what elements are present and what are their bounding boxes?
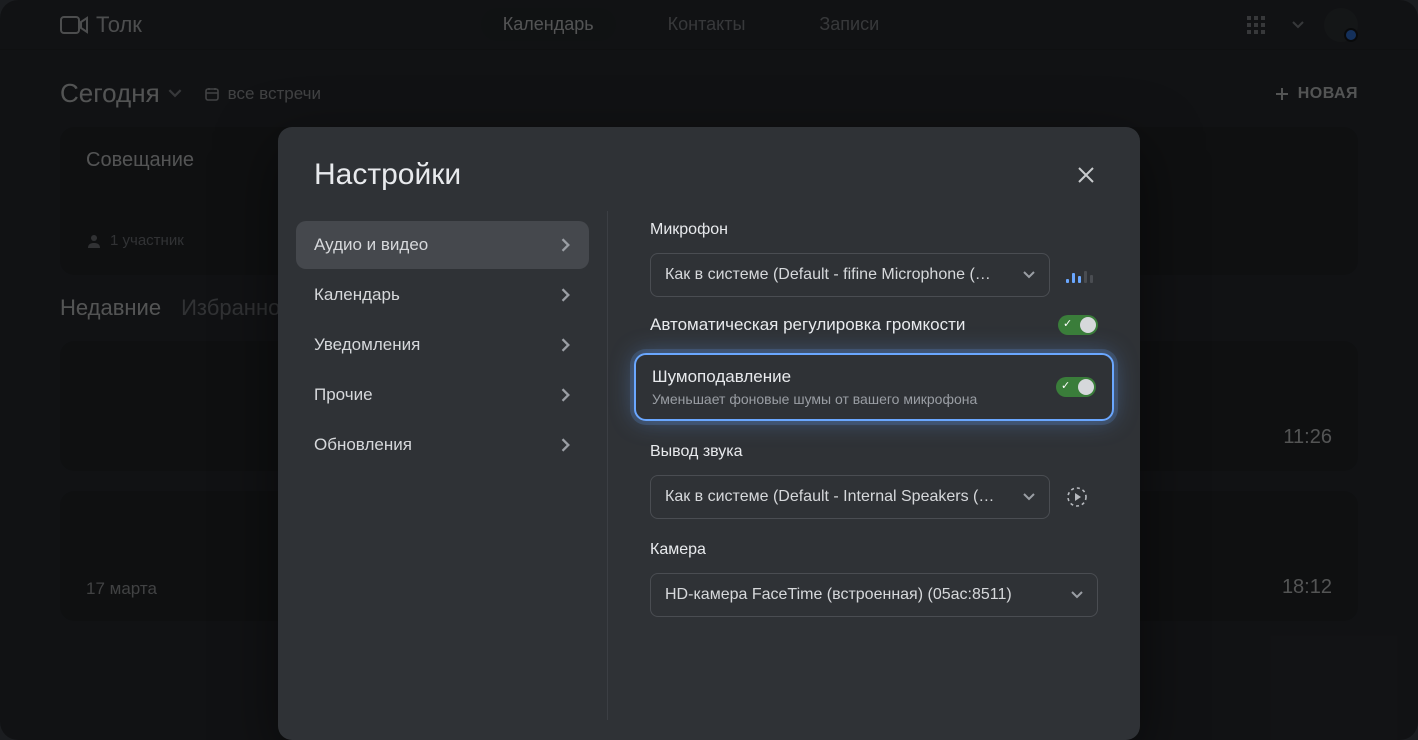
chevron-down-icon <box>1023 493 1035 501</box>
camera-label: Камера <box>650 541 1104 559</box>
settings-sidebar: Аудио и видео Календарь Уведомления Проч… <box>278 211 608 720</box>
sidebar-item-updates[interactable]: Обновления <box>296 421 589 469</box>
settings-modal: Настройки Аудио и видео Календарь Уведом… <box>278 127 1140 740</box>
auto-gain-label: Автоматическая регулировка громкости <box>650 315 965 335</box>
close-button[interactable] <box>1068 157 1104 193</box>
noise-suppression-toggle[interactable] <box>1056 377 1096 397</box>
sidebar-item-notifications[interactable]: Уведомления <box>296 321 589 369</box>
noise-suppression-label: Шумоподавление <box>652 367 977 387</box>
modal-header: Настройки <box>278 127 1140 211</box>
noise-suppression-row: Шумоподавление Уменьшает фоновые шумы от… <box>634 353 1114 421</box>
chevron-right-icon <box>561 238 571 252</box>
settings-panel-audio-video: Микрофон Как в системе (Default - fifine… <box>608 211 1140 720</box>
auto-gain-row: Автоматическая регулировка громкости <box>650 311 1098 339</box>
output-label: Вывод звука <box>650 443 1104 461</box>
chevron-right-icon <box>561 288 571 302</box>
microphone-value: Как в системе (Default - fifine Micropho… <box>665 266 991 284</box>
chevron-down-icon <box>1071 591 1083 599</box>
chevron-down-icon <box>1023 271 1035 279</box>
camera-value: HD-камера FaceTime (встроенная) (05ac:85… <box>665 586 1012 604</box>
modal-title: Настройки <box>314 158 461 192</box>
sidebar-item-other[interactable]: Прочие <box>296 371 589 419</box>
camera-select[interactable]: HD-камера FaceTime (встроенная) (05ac:85… <box>650 573 1098 617</box>
chevron-right-icon <box>561 388 571 402</box>
sidebar-item-audio-video[interactable]: Аудио и видео <box>296 221 589 269</box>
chevron-right-icon <box>561 438 571 452</box>
mic-level-meter <box>1066 267 1093 283</box>
sidebar-item-label: Аудио и видео <box>314 235 428 255</box>
test-output-button[interactable] <box>1066 486 1088 508</box>
output-value: Как в системе (Default - Internal Speake… <box>665 488 994 506</box>
sidebar-item-label: Календарь <box>314 285 400 305</box>
microphone-select[interactable]: Как в системе (Default - fifine Micropho… <box>650 253 1050 297</box>
sidebar-item-calendar[interactable]: Календарь <box>296 271 589 319</box>
microphone-label: Микрофон <box>650 221 1104 239</box>
close-icon <box>1074 163 1098 187</box>
chevron-right-icon <box>561 338 571 352</box>
output-select[interactable]: Как в системе (Default - Internal Speake… <box>650 475 1050 519</box>
noise-suppression-desc: Уменьшает фоновые шумы от вашего микрофо… <box>652 391 977 407</box>
auto-gain-toggle[interactable] <box>1058 315 1098 335</box>
sidebar-item-label: Прочие <box>314 385 373 405</box>
sidebar-item-label: Уведомления <box>314 335 420 355</box>
sidebar-item-label: Обновления <box>314 435 412 455</box>
